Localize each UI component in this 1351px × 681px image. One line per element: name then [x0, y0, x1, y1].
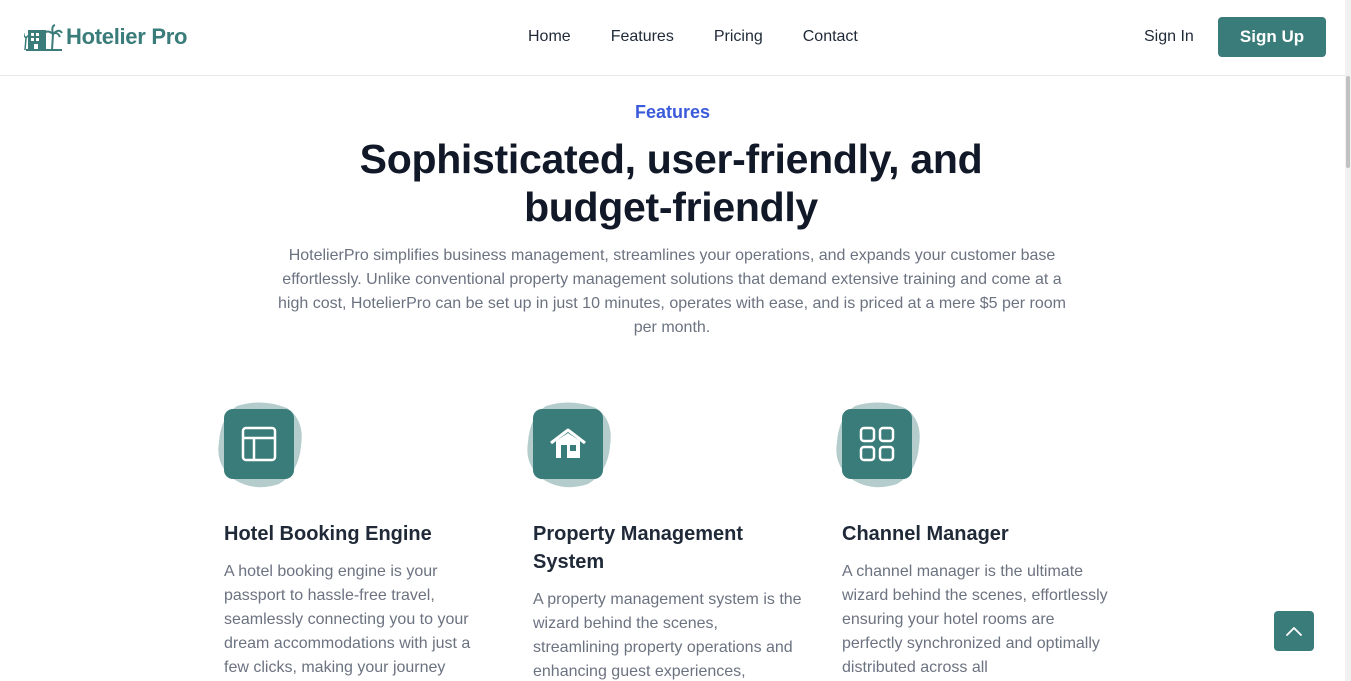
scrollbar-thumb[interactable]	[1346, 76, 1350, 168]
chevron-up-icon	[1286, 627, 1302, 636]
feature-icon-tile	[224, 409, 294, 479]
feature-icon-tile	[842, 409, 912, 479]
nav-link-pricing[interactable]: Pricing	[714, 27, 763, 47]
feature-title: Property Management System	[533, 520, 773, 576]
nav-link-contact[interactable]: Contact	[803, 27, 858, 47]
feature-icon-wrapper	[835, 400, 925, 490]
main-nav: Home Features Pricing Contact	[528, 27, 858, 47]
feature-description: A hotel booking engine is your passport …	[224, 563, 471, 676]
feature-title-text: Property Management System	[533, 523, 744, 573]
section-eyebrow: Features	[634, 102, 711, 122]
section-headline: Sophisticated, user-friendly, and budget…	[300, 135, 1042, 231]
feature-description: A channel manager is the ultimate wizard…	[842, 563, 1108, 676]
hotel-palm-icon	[24, 24, 63, 51]
headline-line-2: budget-friendly	[524, 184, 818, 230]
headline-line-1: Sophisticated, user-friendly, and	[359, 136, 983, 182]
sign-in-link[interactable]: Sign In	[1144, 27, 1194, 47]
sign-up-button[interactable]: Sign Up	[1218, 17, 1326, 57]
feature-description: A property management system is the wiza…	[533, 591, 802, 680]
layout-icon	[241, 426, 277, 462]
brand-name: Hotelier Pro	[66, 24, 188, 49]
nav-link-home[interactable]: Home	[528, 27, 571, 47]
feature-icon-wrapper	[526, 400, 616, 490]
feature-card-property-management: Property Management System A property ma…	[526, 400, 806, 680]
feature-icon-tile	[533, 409, 603, 479]
house-icon	[550, 428, 586, 458]
grid-icon	[859, 426, 895, 462]
back-to-top-button[interactable]	[1274, 611, 1314, 651]
brand-logo[interactable]: Hotelier Pro	[24, 22, 187, 52]
page-scrollbar[interactable]	[1345, 0, 1351, 681]
top-navbar: Hotelier Pro Home Features Pricing Conta…	[0, 0, 1345, 76]
feature-card-booking-engine: Hotel Booking Engine A hotel booking eng…	[217, 400, 497, 676]
feature-title: Channel Manager	[842, 523, 1009, 545]
nav-link-features[interactable]: Features	[611, 27, 674, 47]
section-description: HotelierPro simplifies business manageme…	[278, 247, 1066, 336]
feature-card-channel-manager: Channel Manager A channel manager is the…	[835, 400, 1115, 676]
feature-title: Hotel Booking Engine	[224, 523, 432, 545]
feature-icon-wrapper	[217, 400, 307, 490]
